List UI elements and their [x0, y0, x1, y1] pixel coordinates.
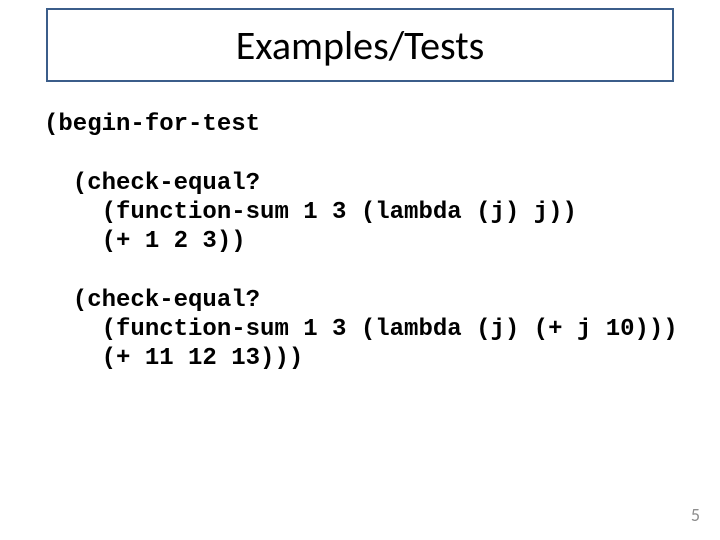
slide: Examples/Tests (begin-for-test (check-eq… [0, 0, 720, 540]
title-box: Examples/Tests [46, 8, 674, 82]
page-number: 5 [691, 504, 700, 526]
page-title: Examples/Tests [236, 21, 485, 70]
code-block: (begin-for-test (check-equal? (function-… [44, 110, 678, 373]
